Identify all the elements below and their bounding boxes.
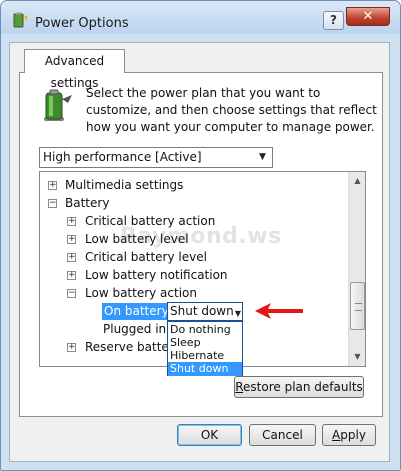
power-plan-value: High performance [Active] — [43, 150, 202, 164]
power-options-window: Power Options ? ✕ Advanced settings Sele… — [0, 0, 401, 471]
tree-item-label: Critical battery level — [85, 250, 207, 264]
cancel-button[interactable]: Cancel — [249, 424, 316, 446]
tree-item-label: Low battery notification — [85, 268, 228, 282]
grip-icon — [355, 303, 362, 311]
option-hibernate[interactable]: Hibernate — [168, 349, 242, 363]
on-battery-value: Shut down — [170, 304, 234, 318]
option-shut-down[interactable]: Shut down — [168, 362, 242, 376]
window-title: Power Options — [35, 16, 129, 31]
tree-item-label: Multimedia settings — [65, 178, 184, 192]
tree-item-label: Critical battery action — [85, 214, 216, 228]
expand-icon[interactable]: + — [67, 235, 76, 244]
chevron-down-icon[interactable]: ▼ — [235, 305, 241, 322]
plugged-in-setting[interactable]: Plugged in: — [103, 321, 170, 338]
scrollbar-thumb[interactable] — [350, 282, 365, 330]
collapse-icon[interactable]: − — [67, 289, 76, 298]
red-arrow-annotation-icon — [255, 303, 303, 319]
on-battery-options-list[interactable]: Do nothing Sleep Hibernate Shut down — [167, 321, 243, 376]
restore-plan-defaults-button[interactable]: Restore plan defaults — [234, 376, 364, 398]
expand-icon[interactable]: + — [67, 217, 76, 226]
apply-label: pply — [340, 428, 366, 442]
apply-button[interactable]: Apply — [322, 424, 376, 446]
restore-label: estore plan defaults — [243, 380, 363, 394]
instructions-text: Select the power plan that you want to c… — [86, 86, 377, 134]
tree-item-label: Low battery level — [85, 232, 189, 246]
chevron-down-icon[interactable]: ▼ — [255, 150, 270, 165]
option-do-nothing[interactable]: Do nothing — [168, 323, 242, 337]
scroll-down-icon[interactable]: ▼ — [350, 349, 365, 365]
close-button[interactable]: ✕ — [346, 7, 390, 26]
tree-scrollbar[interactable]: ▲ ▼ — [348, 172, 365, 366]
expand-icon[interactable]: + — [48, 181, 57, 190]
expand-icon[interactable]: + — [67, 253, 76, 262]
on-battery-dropdown[interactable]: Shut down ▼ — [167, 302, 243, 321]
title-bar[interactable]: Power Options ? ✕ — [1, 1, 400, 34]
plugged-in-label: Plugged in: — [103, 322, 171, 336]
power-plan-dropdown[interactable]: High performance [Active] ▼ — [39, 147, 273, 168]
tab-advanced-settings[interactable]: Advanced settings — [24, 49, 125, 90]
help-button[interactable]: ? — [323, 11, 344, 30]
tree-item-label: Battery — [65, 196, 110, 210]
collapse-icon[interactable]: − — [48, 199, 57, 208]
scroll-up-icon[interactable]: ▲ — [350, 173, 365, 189]
ok-button[interactable]: OK — [177, 424, 242, 446]
expand-icon[interactable]: + — [67, 271, 76, 280]
on-battery-label[interactable]: On battery: — [102, 303, 174, 320]
expand-icon[interactable]: + — [67, 343, 76, 352]
power-options-app-icon — [13, 12, 27, 28]
tree-item-label: Low battery action — [85, 286, 197, 300]
option-sleep[interactable]: Sleep — [168, 336, 242, 350]
restore-mnemonic: R — [235, 380, 244, 394]
